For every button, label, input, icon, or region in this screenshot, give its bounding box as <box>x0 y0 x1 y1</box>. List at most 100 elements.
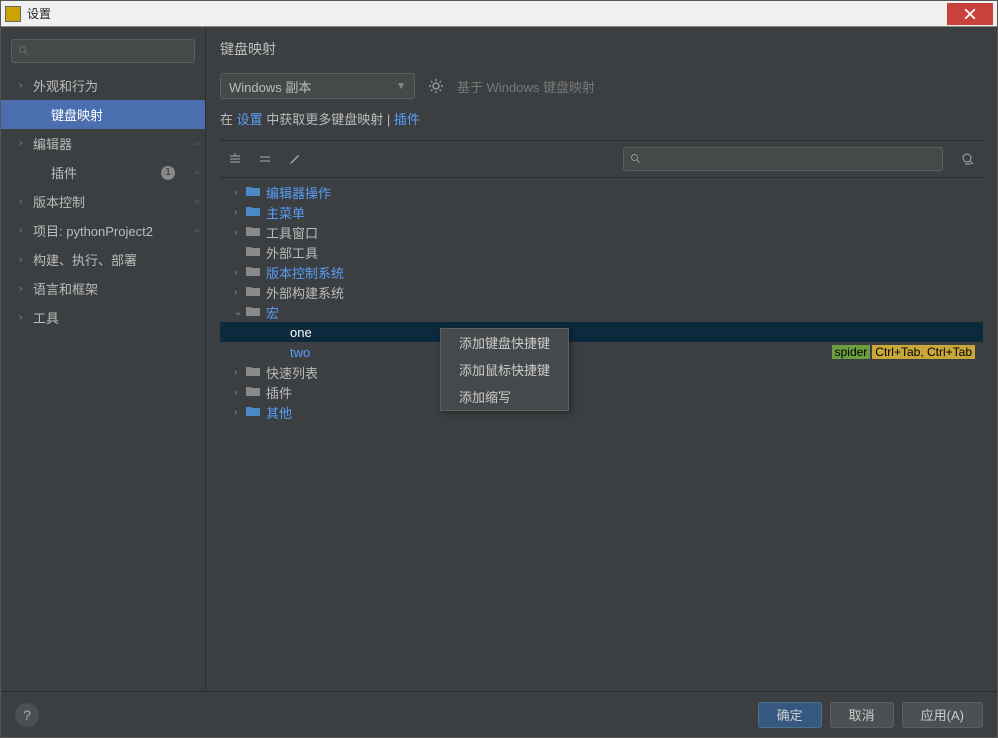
chevron-down-icon: ▼ <box>396 81 406 92</box>
chevron-right-icon: › <box>19 80 29 91</box>
find-shortcut-icon <box>960 151 976 167</box>
tree-chevron-icon: › <box>234 387 246 398</box>
sidebar: ›外观和行为键盘映射 ›编辑器▫ 插件 1 ▫ › 版本控制 ▫ › 项目: pythonProj… <box>1 27 206 691</box>
sidebar-item-0[interactable]: ›外观和行为 <box>1 71 205 100</box>
folder-icon <box>246 185 262 199</box>
chevron-right-icon: › <box>19 254 29 265</box>
sidebar-item-label: 键盘映射 <box>51 105 103 124</box>
gear-icon <box>428 78 444 94</box>
pencil-icon <box>288 152 302 166</box>
tree-label: 外部构建系统 <box>266 283 344 302</box>
folder-icon <box>246 285 262 299</box>
tree-label: 工具窗口 <box>266 223 318 242</box>
collapse-all-button[interactable] <box>254 148 276 170</box>
action-search[interactable] <box>623 147 943 171</box>
toolbar <box>220 140 983 178</box>
sidebar-item-label: 语言和框架 <box>33 279 98 298</box>
close-button[interactable] <box>947 3 993 25</box>
sidebar-item-3[interactable]: 插件1▫ <box>1 158 205 187</box>
collapse-icon <box>258 152 272 166</box>
expand-icon <box>228 152 242 166</box>
apply-button[interactable]: 应用(A) <box>902 702 983 728</box>
tree-row[interactable]: 外部工具 <box>220 242 983 262</box>
tree-row[interactable]: › 插件 <box>220 382 983 402</box>
settings-scope-icon: ▫ <box>195 196 199 208</box>
folder-icon <box>246 305 262 319</box>
gear-button[interactable] <box>425 75 447 97</box>
settings-scope-icon: ▫ <box>195 225 199 237</box>
tree-row[interactable]: ⌄宏 <box>220 302 983 322</box>
tree-label: 编辑器操作 <box>266 183 331 202</box>
main-panel: 键盘映射 Windows 副本 ▼ 基于 Windows 键盘映射 在 设置 中… <box>206 27 997 691</box>
tree-row[interactable]: › 编辑器操作 <box>220 182 983 202</box>
expand-all-button[interactable] <box>224 148 246 170</box>
find-by-shortcut-button[interactable] <box>957 148 979 170</box>
sidebar-item-2[interactable]: ›编辑器▫ <box>1 129 205 158</box>
sidebar-item-8[interactable]: ›工具 <box>1 303 205 332</box>
close-icon <box>964 8 976 20</box>
folder-icon <box>246 405 262 419</box>
context-menu-item-1[interactable]: 添加鼠标快捷键 <box>441 356 568 383</box>
folder-icon <box>246 245 262 259</box>
cancel-button[interactable]: 取消 <box>830 702 894 728</box>
plugins-link[interactable]: 插件 <box>394 112 420 127</box>
tree-label: 其他 <box>266 403 292 422</box>
footer: ? 确定 取消 应用(A) <box>1 691 997 737</box>
shortcut-tags: spiderCtrl+Tab, Ctrl+Tab <box>832 345 975 359</box>
tree-row[interactable]: ›其他 <box>220 402 983 422</box>
sidebar-item-label: 项目: pythonProject2 <box>33 221 153 240</box>
dropdown-value: Windows 副本 <box>229 77 311 96</box>
keymap-tree[interactable]: ›编辑器操作›主菜单›工具窗口外部工具›版本控制系统›外部构建系统⌄宏onetw… <box>220 178 983 691</box>
sidebar-item-5[interactable]: › 项目: pythonProject2 ▫ <box>1 216 205 245</box>
sidebar-item-7[interactable]: ›语言和框架 <box>1 274 205 303</box>
tree-row[interactable]: › 版本控制系统 <box>220 262 983 282</box>
tree-label: 主菜单 <box>266 203 305 222</box>
folder-icon <box>246 205 262 219</box>
help-button[interactable]: ? <box>15 703 39 727</box>
body: ›外观和行为键盘映射›编辑器▫插件1▫›版本控制▫›项目: pythonProj… <box>1 27 997 691</box>
ok-button[interactable]: 确定 <box>758 702 822 728</box>
keymap-dropdown[interactable]: Windows 副本 ▼ <box>220 73 415 99</box>
titlebar: 设置 <box>1 1 997 27</box>
tree-row[interactable]: one <box>220 322 983 342</box>
tree-label: 外部工具 <box>266 243 318 262</box>
tree-label: two <box>290 345 310 360</box>
folder-icon <box>246 225 262 239</box>
chevron-right-icon: › <box>19 225 29 236</box>
sidebar-item-4[interactable]: › 版本控制 ▫ <box>1 187 205 216</box>
sidebar-item-1[interactable]: 键盘映射 <box>1 100 205 129</box>
tree-chevron-icon: › <box>234 187 246 198</box>
sidebar-item-6[interactable]: › 构建、执行、部署 <box>1 245 205 274</box>
badge: 1 <box>161 166 175 180</box>
sidebar-item-label: 版本控制 <box>33 192 85 211</box>
settings-link[interactable]: 设置 <box>237 112 263 127</box>
tree-chevron-icon: › <box>234 267 246 278</box>
context-menu-item-0[interactable]: 添加键盘快捷键 <box>441 329 568 356</box>
folder-icon <box>246 385 262 399</box>
tree-row[interactable]: ›外部构建系统 <box>220 282 983 302</box>
more-keymaps-row: 在 设置 中获取更多键盘映射 | 插件 <box>220 109 983 128</box>
sidebar-item-label: 构建、执行、部署 <box>33 250 137 269</box>
context-menu-item-2[interactable]: 添加缩写 <box>441 383 568 410</box>
chevron-right-icon: › <box>19 138 29 149</box>
tree-row[interactable]: › 快速列表 <box>220 362 983 382</box>
tree-label: 快速列表 <box>266 363 318 382</box>
sidebar-search[interactable] <box>11 39 195 63</box>
keymap-selector-row: Windows 副本 ▼ 基于 Windows 键盘映射 <box>220 73 983 99</box>
tree-label: 版本控制系统 <box>266 263 344 282</box>
sidebar-item-label: 插件 <box>51 163 77 182</box>
tree-row[interactable]: ›主菜单 <box>220 202 983 222</box>
app-icon <box>5 6 21 22</box>
tag-shortcut: Ctrl+Tab, Ctrl+Tab <box>872 345 975 359</box>
page-title: 键盘映射 <box>220 39 983 59</box>
tree-row[interactable]: › 工具窗口 <box>220 222 983 242</box>
edit-button[interactable] <box>284 148 306 170</box>
search-icon <box>630 153 642 165</box>
tree-label: 插件 <box>266 383 292 402</box>
tree-label: 宏 <box>266 303 279 322</box>
tree-row[interactable]: two spiderCtrl+Tab, Ctrl+Tab <box>220 342 983 362</box>
tree-chevron-icon: › <box>234 367 246 378</box>
tree-chevron-icon: › <box>234 227 246 238</box>
search-icon <box>18 45 30 57</box>
chevron-right-icon: › <box>19 196 29 207</box>
